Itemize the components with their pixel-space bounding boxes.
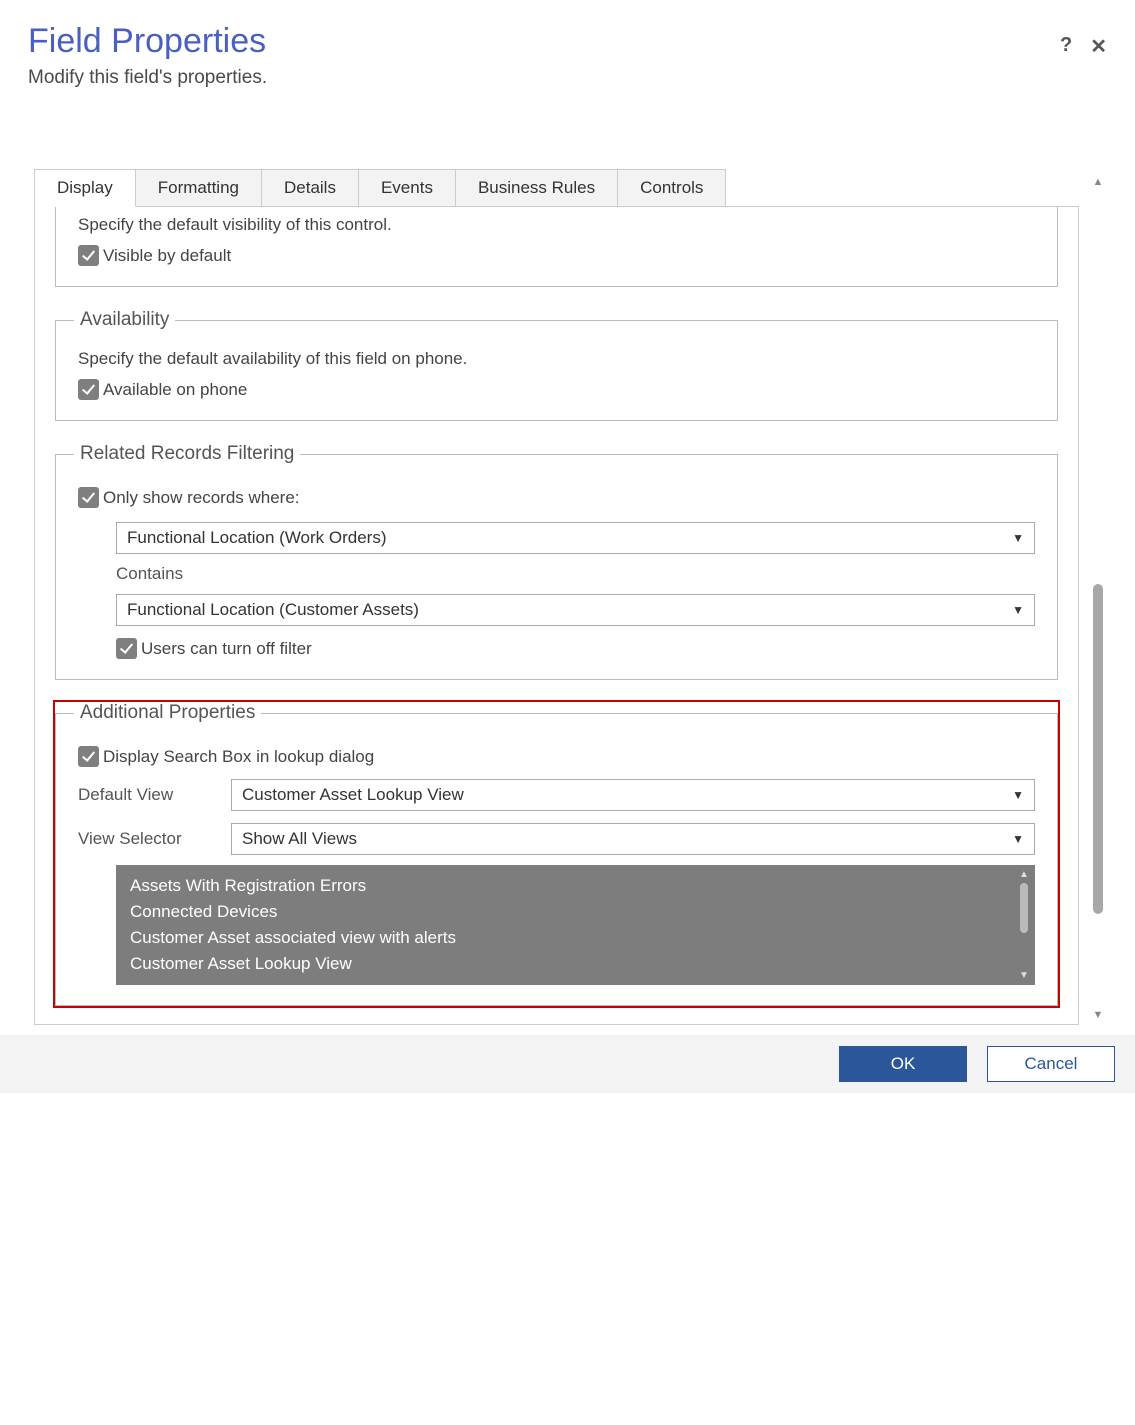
group-availability: Availability Specify the default availab…	[55, 309, 1058, 421]
cancel-button[interactable]: Cancel	[987, 1046, 1115, 1082]
checkbox-turnoff-label: Users can turn off filter	[141, 639, 312, 659]
help-icon[interactable]: ?	[1060, 34, 1072, 59]
scroll-up-icon[interactable]: ▲	[1019, 869, 1029, 880]
list-item[interactable]: Assets With Registration Errors	[130, 873, 1021, 899]
field-properties-dialog: Field Properties Modify this field's pro…	[0, 0, 1135, 1025]
list-item[interactable]: Connected Devices	[130, 899, 1021, 925]
chevron-down-icon: ▼	[1012, 832, 1024, 846]
ok-button[interactable]: OK	[839, 1046, 967, 1082]
tab-events[interactable]: Events	[359, 169, 456, 206]
tab-panel: Specify the default visibility of this c…	[34, 207, 1079, 1025]
scroll-down-icon[interactable]: ▼	[1093, 1010, 1104, 1021]
list-item[interactable]: Customer Asset associated view with aler…	[130, 925, 1021, 951]
scroll-down-icon[interactable]: ▼	[1019, 970, 1029, 981]
close-icon[interactable]: ✕	[1090, 34, 1107, 59]
default-view-label: Default View	[78, 785, 231, 805]
checkbox-visible-label: Visible by default	[103, 246, 231, 266]
group-related-records-filtering: Related Records Filtering Only show reco…	[55, 443, 1058, 680]
checkbox-only-show-label: Only show records where:	[103, 488, 300, 508]
dialog-title: Field Properties	[28, 22, 267, 61]
availability-legend: Availability	[74, 309, 175, 331]
select-default-view-value: Customer Asset Lookup View	[242, 785, 464, 805]
scroll-thumb[interactable]	[1093, 584, 1103, 914]
select-parent-field[interactable]: Functional Location (Work Orders) ▼	[116, 522, 1035, 554]
tab-controls[interactable]: Controls	[618, 169, 726, 206]
tab-business-rules[interactable]: Business Rules	[456, 169, 618, 206]
select-default-view[interactable]: Customer Asset Lookup View ▼	[231, 779, 1035, 811]
select-related-field[interactable]: Functional Location (Customer Assets) ▼	[116, 594, 1035, 626]
group-visibility: Specify the default visibility of this c…	[55, 207, 1058, 287]
tab-formatting[interactable]: Formatting	[136, 169, 262, 206]
select-related-value: Functional Location (Customer Assets)	[127, 600, 419, 620]
tab-display[interactable]: Display	[35, 169, 136, 207]
checkbox-display-search-label: Display Search Box in lookup dialog	[103, 747, 374, 767]
select-parent-value: Functional Location (Work Orders)	[127, 528, 387, 548]
checkbox-only-show-records[interactable]	[78, 487, 99, 508]
tab-details[interactable]: Details	[262, 169, 359, 206]
dialog-footer: OK Cancel	[0, 1035, 1135, 1093]
checkbox-users-turn-off-filter[interactable]	[116, 638, 137, 659]
related-legend: Related Records Filtering	[74, 443, 300, 465]
scroll-thumb[interactable]	[1020, 883, 1028, 933]
group-additional-properties: Additional Properties Display Search Box…	[55, 702, 1058, 1006]
checkbox-visible-by-default[interactable]	[78, 245, 99, 266]
dialog-header: Field Properties Modify this field's pro…	[28, 22, 1107, 119]
chevron-down-icon: ▼	[1012, 603, 1024, 617]
list-item[interactable]: Customer Asset Lookup View	[130, 951, 1021, 977]
checkbox-available-label: Available on phone	[103, 380, 247, 400]
listbox-scrollbar[interactable]: ▲ ▼	[1015, 869, 1033, 981]
checkbox-display-search-box[interactable]	[78, 746, 99, 767]
panel-scrollbar[interactable]: ▲ ▼	[1089, 169, 1107, 1025]
select-view-selector-value: Show All Views	[242, 829, 357, 849]
scroll-up-icon[interactable]: ▲	[1093, 177, 1104, 188]
additional-legend: Additional Properties	[74, 702, 261, 724]
dialog-subtitle: Modify this field's properties.	[28, 67, 267, 89]
select-view-selector[interactable]: Show All Views ▼	[231, 823, 1035, 855]
chevron-down-icon: ▼	[1012, 788, 1024, 802]
contains-label: Contains	[116, 564, 1035, 584]
chevron-down-icon: ▼	[1012, 531, 1024, 545]
view-listbox[interactable]: Assets With Registration Errors Connecte…	[116, 865, 1035, 985]
view-selector-label: View Selector	[78, 829, 231, 849]
checkbox-available-on-phone[interactable]	[78, 379, 99, 400]
availability-desc: Specify the default availability of this…	[78, 349, 1035, 369]
visibility-desc: Specify the default visibility of this c…	[78, 215, 1035, 235]
tab-strip: Display Formatting Details Events Busine…	[34, 169, 1079, 207]
